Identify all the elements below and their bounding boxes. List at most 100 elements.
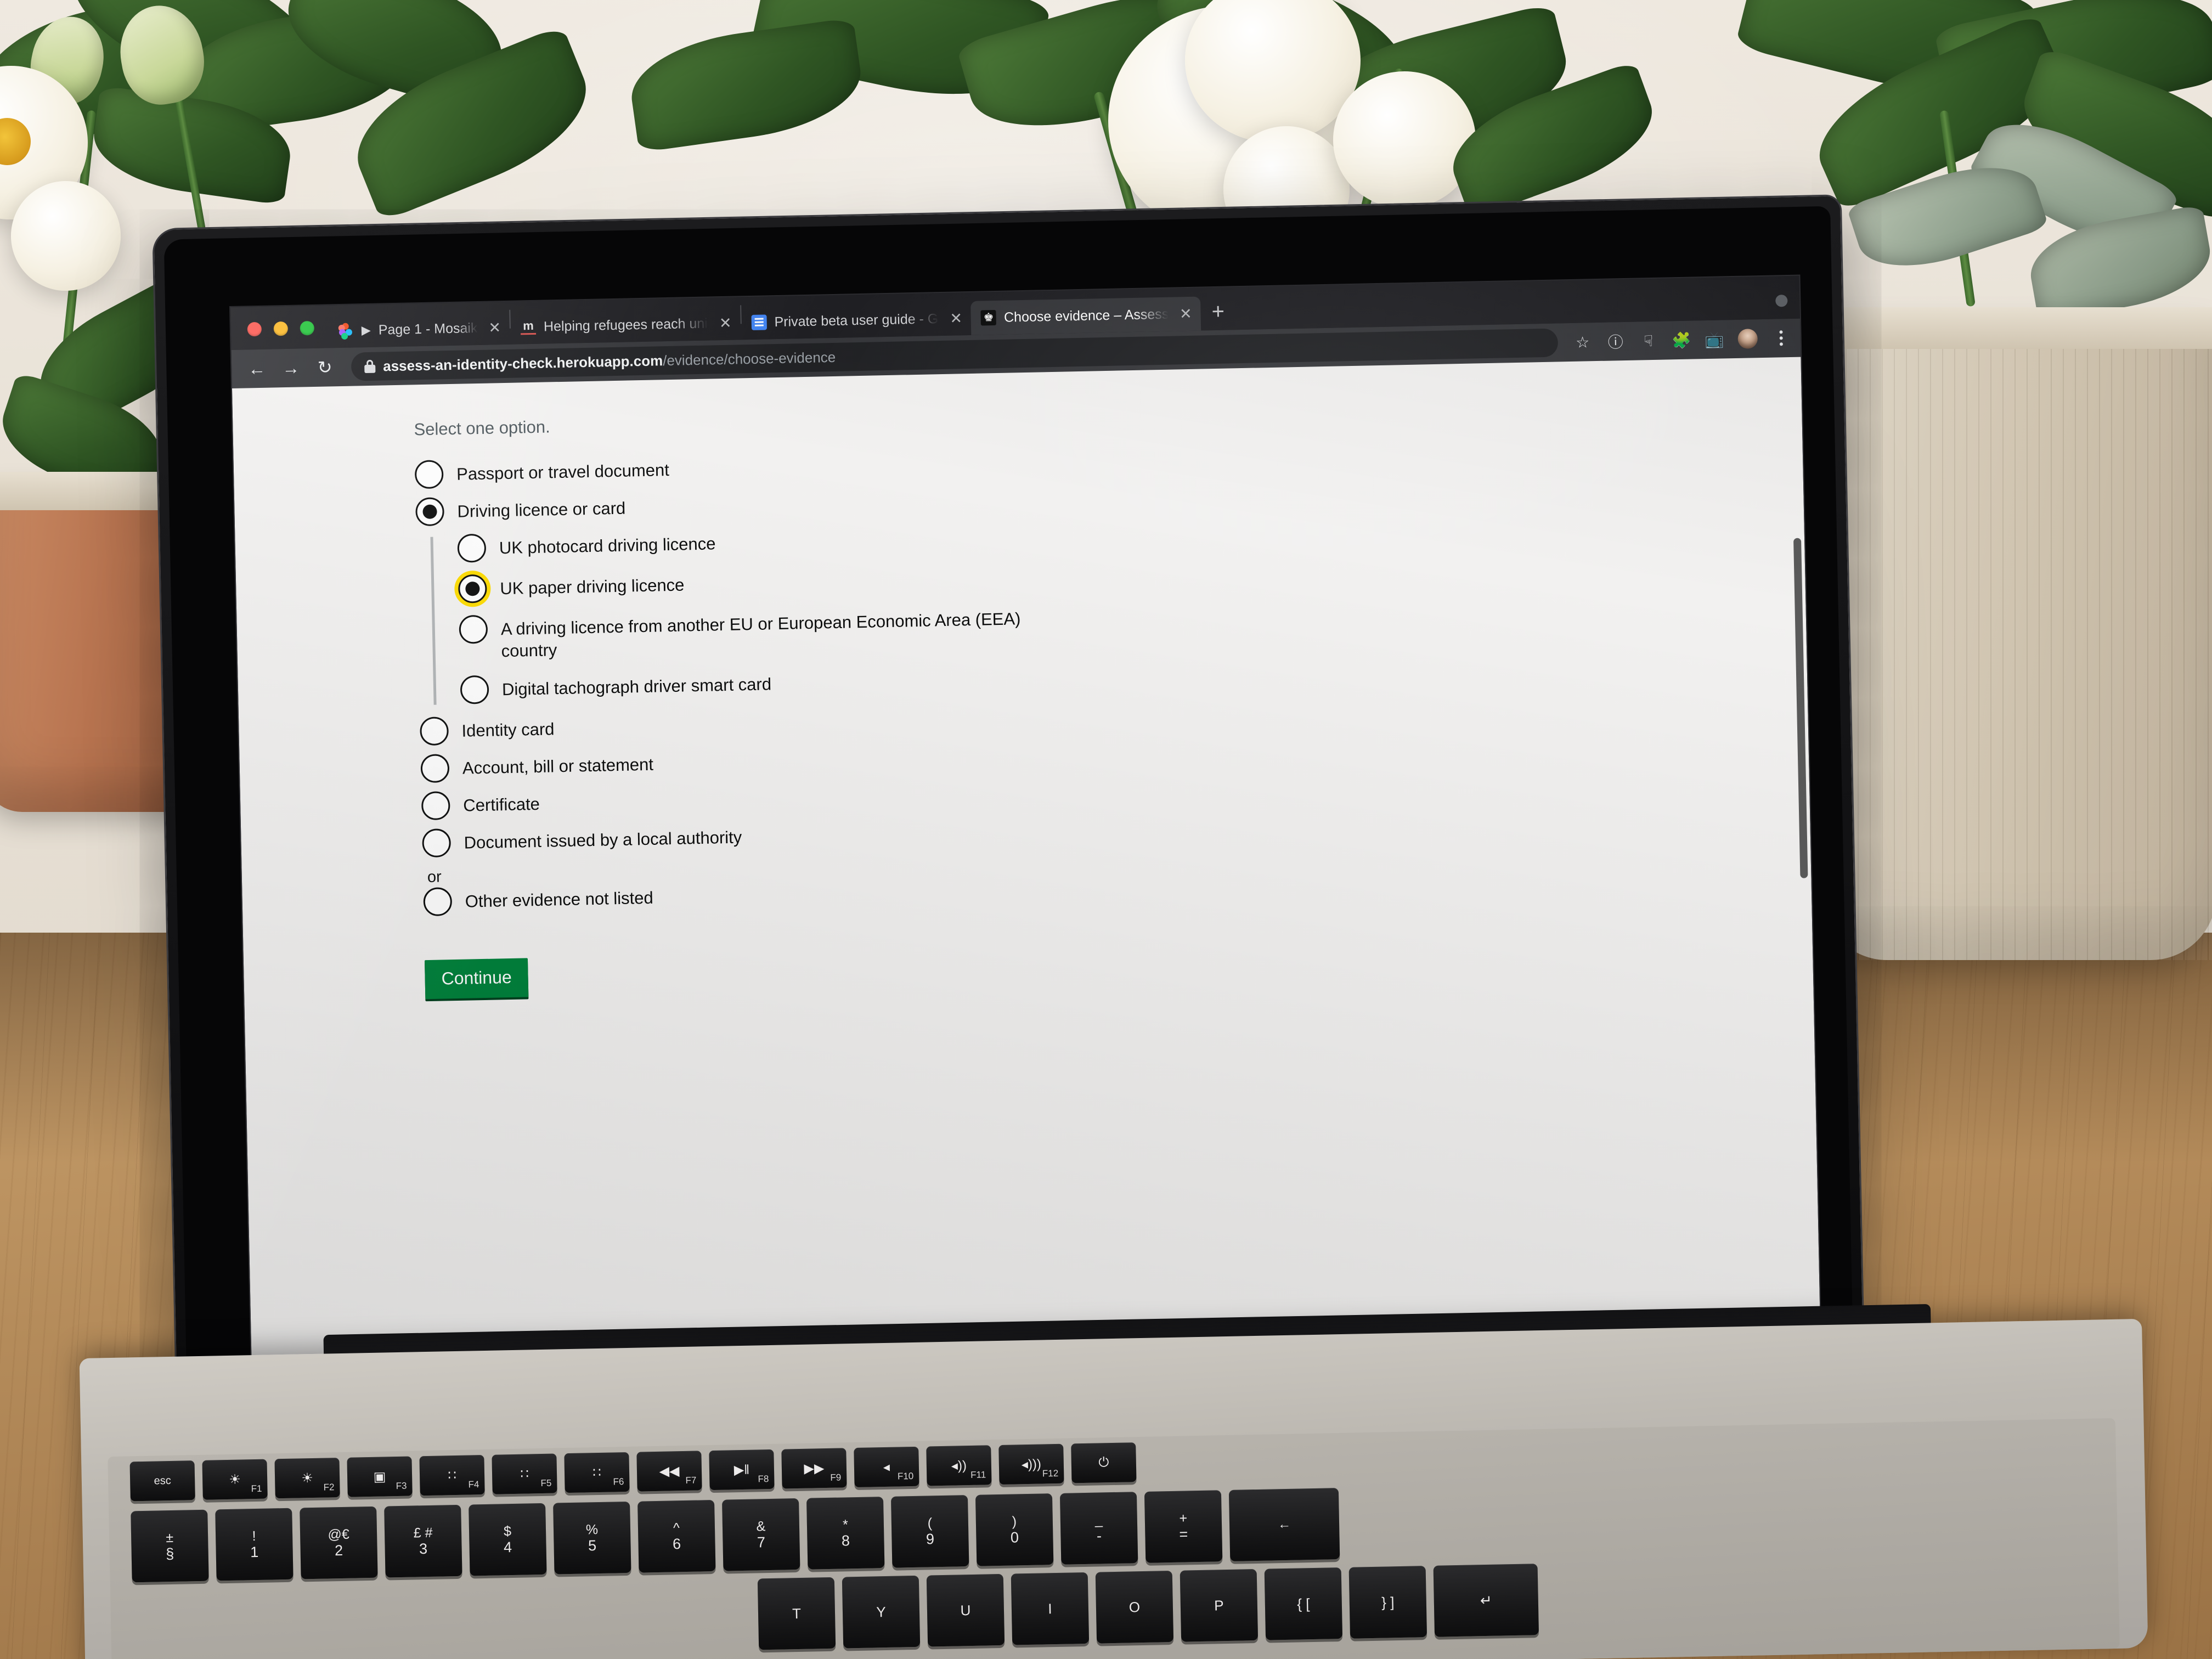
choose-evidence-form: combination at a time. Select one option… bbox=[413, 357, 1821, 1373]
tab-title: Choose evidence – Assess an i bbox=[1003, 306, 1169, 325]
new-tab-button[interactable]: + bbox=[1200, 300, 1237, 330]
key-f5[interactable]: ∷ F5 bbox=[492, 1453, 557, 1494]
radio-option-eu-eea-driving-licence[interactable]: A driving licence from another EU or Eur… bbox=[459, 590, 1806, 663]
tab-helping-refugees[interactable]: m Helping refugees reach univers ✕ bbox=[510, 306, 741, 344]
key-return[interactable]: ↵ bbox=[1433, 1564, 1539, 1637]
maximize-window-button[interactable] bbox=[300, 320, 315, 336]
key-y[interactable]: Y bbox=[842, 1575, 921, 1649]
close-tab-button[interactable]: ✕ bbox=[950, 310, 962, 326]
key-2[interactable]: @€ 2 bbox=[300, 1506, 378, 1579]
key-f10[interactable]: ◂ F10 bbox=[854, 1446, 919, 1488]
profile-avatar[interactable] bbox=[1737, 329, 1758, 349]
key-5[interactable]: % 5 bbox=[553, 1501, 631, 1575]
tab-private-beta-user-guide[interactable]: Private beta user guide - Goog ✕ bbox=[741, 301, 972, 340]
radio-circle[interactable] bbox=[422, 828, 452, 857]
driving-licence-conditional-group: UK photocard driving licence UK paper dr… bbox=[430, 509, 1808, 705]
key-f6[interactable]: ∷ F6 bbox=[564, 1452, 630, 1493]
radio-circle[interactable] bbox=[457, 533, 487, 563]
lock-icon bbox=[364, 359, 376, 374]
radio-circle[interactable] bbox=[459, 614, 488, 644]
key-f12[interactable]: ◂))) F12 bbox=[998, 1443, 1064, 1485]
key-0[interactable]: ) 0 bbox=[975, 1493, 1054, 1566]
key-minus[interactable]: _ - bbox=[1059, 1492, 1138, 1565]
key-p[interactable]: P bbox=[1180, 1569, 1259, 1642]
key-6[interactable]: ^ 6 bbox=[637, 1499, 716, 1573]
key-f4[interactable]: ∷ F4 bbox=[419, 1454, 485, 1496]
radio-label: Digital tachograph driver smart card bbox=[501, 674, 772, 699]
page-viewport: combination at a time. Select one option… bbox=[232, 357, 1821, 1377]
google-docs-icon bbox=[751, 314, 767, 330]
close-tab-button[interactable]: ✕ bbox=[488, 319, 501, 336]
key-u[interactable]: U bbox=[926, 1573, 1005, 1647]
key-equals[interactable]: + = bbox=[1144, 1490, 1223, 1563]
key-f8[interactable]: ▶‖ F8 bbox=[709, 1449, 775, 1491]
radio-circle[interactable] bbox=[420, 716, 449, 746]
window-controls[interactable] bbox=[239, 320, 329, 349]
macbook-pro: ▶ Page 1 - Mosaik ✕ m Helping refugees r… bbox=[0, 0, 2212, 1659]
tab-title: Private beta user guide - Goog bbox=[774, 311, 939, 330]
radio-circle[interactable] bbox=[421, 791, 450, 820]
radio-label: A driving licence from another EU or Eur… bbox=[500, 609, 1021, 661]
key-power[interactable]: ⏻ bbox=[1071, 1442, 1137, 1483]
key-bracket-right[interactable]: } ] bbox=[1348, 1566, 1427, 1639]
cast-icon[interactable]: 📺 bbox=[1705, 330, 1724, 349]
key-f1[interactable]: ☀ F1 bbox=[202, 1459, 268, 1500]
radio-circle[interactable] bbox=[415, 497, 445, 527]
key-f2[interactable]: ☀ F2 bbox=[274, 1458, 340, 1499]
keyboard-number-row: ± § ! 1 @€ 2 £ #3 $4 % 5 ^ 6 & 7 * 8 (9 ) 0 _ - +… bbox=[131, 1488, 1340, 1583]
radio-label: UK photocard driving licence bbox=[499, 534, 716, 558]
download-indicator-icon[interactable] bbox=[1775, 295, 1788, 307]
medium-icon: m bbox=[520, 319, 537, 335]
back-button[interactable]: ← bbox=[241, 353, 273, 384]
key-f3[interactable]: ▣ F3 bbox=[347, 1456, 413, 1497]
close-window-button[interactable] bbox=[247, 321, 262, 337]
radio-circle[interactable] bbox=[460, 675, 489, 704]
key-section[interactable]: ± § bbox=[131, 1509, 209, 1583]
tab-play-icon: ▶ bbox=[361, 323, 371, 337]
radio-label: UK paper driving licence bbox=[500, 575, 685, 599]
address-bar-url: assess-an-identity-check.herokuapp.com/e… bbox=[383, 348, 836, 375]
key-7[interactable]: & 7 bbox=[722, 1498, 800, 1571]
radio-label: Passport or travel document bbox=[456, 460, 670, 484]
key-t[interactable]: T bbox=[757, 1577, 836, 1650]
keyboard-letter-row: T Y U I O P { [ } ] ↵ bbox=[757, 1564, 1539, 1650]
select-one-option-hint: Select one option. bbox=[414, 417, 551, 439]
forward-button[interactable]: → bbox=[275, 352, 307, 383]
key-f11[interactable]: ◂)) F11 bbox=[926, 1445, 992, 1486]
close-tab-button[interactable]: ✕ bbox=[719, 314, 732, 331]
tab-page-1-mosaik[interactable]: ▶ Page 1 - Mosaik ✕ bbox=[328, 311, 510, 348]
radio-circle[interactable] bbox=[420, 753, 450, 783]
radio-label: Other evidence not listed bbox=[465, 888, 654, 911]
keyboard: esc ☀ F1 ☀ F2 ▣ F3 ∷ F4 ∷ F5 ∷ F6 ◀◀ F7 ▶‖ F8 ▶▶… bbox=[108, 1418, 2120, 1659]
info-circle-icon[interactable]: ⓘ bbox=[1606, 332, 1625, 351]
close-tab-button[interactable]: ✕ bbox=[1180, 305, 1192, 321]
url-host: assess-an-identity-check.herokuapp.com bbox=[382, 352, 663, 374]
radio-circle[interactable] bbox=[423, 887, 453, 916]
pocket-shield-icon[interactable]: ☟ bbox=[1639, 331, 1658, 351]
key-4[interactable]: $4 bbox=[469, 1503, 547, 1576]
extensions-puzzle-icon[interactable]: 🧩 bbox=[1672, 331, 1691, 350]
radio-label: Identity card bbox=[461, 719, 555, 741]
key-bracket-left[interactable]: { [ bbox=[1264, 1567, 1343, 1640]
radio-circle[interactable] bbox=[458, 574, 487, 603]
reload-button[interactable]: ↻ bbox=[309, 352, 341, 383]
url-path: /evidence/choose-evidence bbox=[662, 348, 836, 369]
tab-title: Page 1 - Mosaik bbox=[378, 320, 478, 338]
key-3[interactable]: £ #3 bbox=[384, 1504, 462, 1578]
radio-circle[interactable] bbox=[414, 460, 444, 489]
toolbar-icons: ☆ ⓘ ☟ 🧩 📺 bbox=[1568, 328, 1791, 352]
key-f7[interactable]: ◀◀ F7 bbox=[636, 1451, 702, 1492]
bookmark-star-icon[interactable]: ☆ bbox=[1573, 332, 1592, 352]
key-f9[interactable]: ▶▶ F9 bbox=[781, 1448, 847, 1489]
tab-choose-evidence[interactable]: ♚ Choose evidence – Assess an i ✕ bbox=[970, 296, 1201, 335]
key-1[interactable]: ! 1 bbox=[215, 1508, 294, 1581]
browser-menu-kebab-icon[interactable] bbox=[1771, 329, 1791, 348]
key-o[interactable]: O bbox=[1095, 1570, 1174, 1644]
continue-button[interactable]: Continue bbox=[424, 957, 529, 999]
minimize-window-button[interactable] bbox=[273, 321, 289, 336]
key-i[interactable]: I bbox=[1011, 1572, 1090, 1645]
key-8[interactable]: * 8 bbox=[806, 1497, 885, 1570]
key-esc[interactable]: esc bbox=[129, 1460, 195, 1502]
key-9[interactable]: (9 bbox=[890, 1495, 969, 1568]
key-delete[interactable]: ← bbox=[1228, 1488, 1340, 1561]
